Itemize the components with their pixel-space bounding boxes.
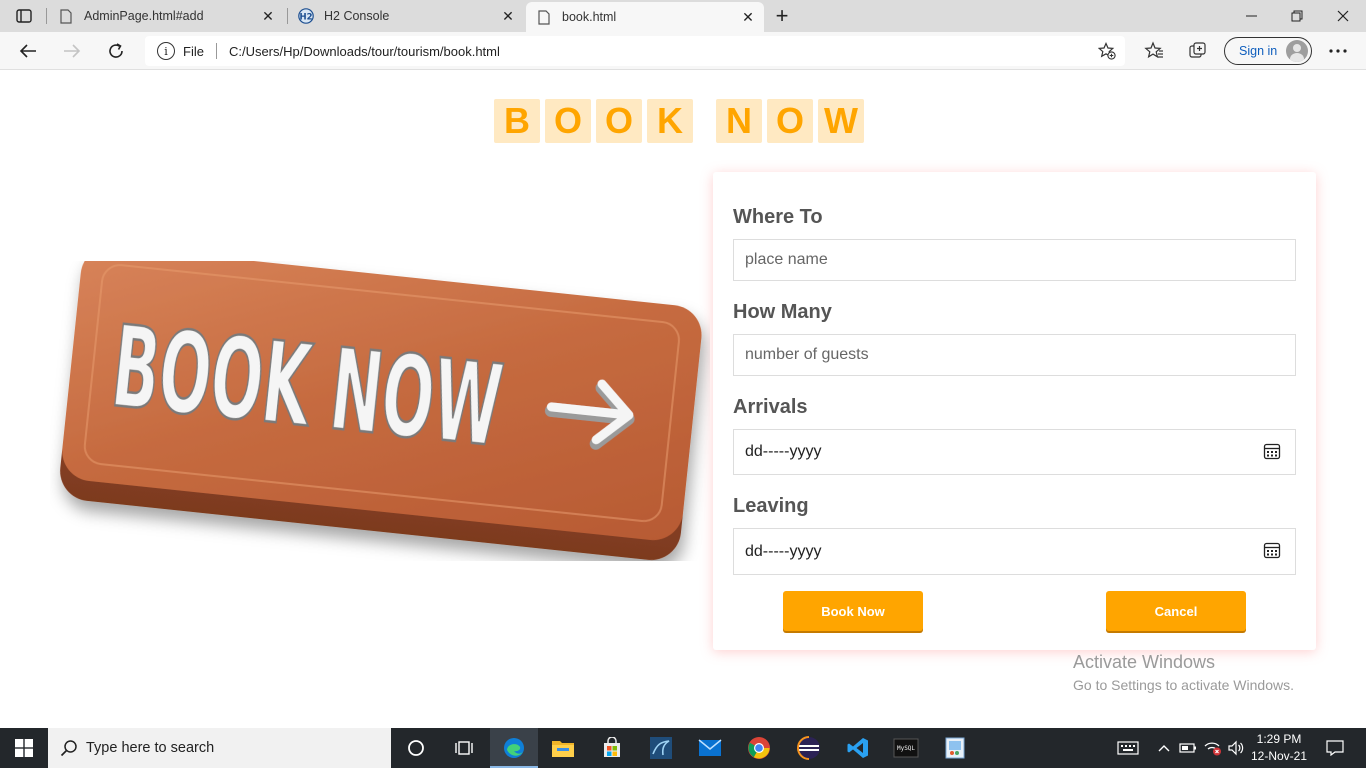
file-explorer-icon[interactable]: [539, 728, 587, 768]
clock-time: 1:29 PM: [1256, 732, 1302, 746]
title-letter: B: [494, 99, 540, 143]
taskbar: Type here to search MySQL 1:29 PM 12-Nov…: [0, 728, 1366, 768]
forward-arrow-icon[interactable]: [58, 37, 86, 65]
cortana-icon[interactable]: [392, 728, 440, 768]
tab-h2-console[interactable]: H2 H2 Console ✕: [288, 0, 524, 32]
page-content: B O O K N O W BOOK NOW: [0, 71, 1366, 728]
book-now-image: BOOK NOW: [60, 261, 702, 560]
add-favorite-icon[interactable]: [1097, 41, 1117, 61]
mysql-workbench-icon[interactable]: [637, 728, 685, 768]
calendar-icon[interactable]: [1263, 541, 1281, 559]
guests-placeholder: number of guests: [745, 346, 869, 363]
url-scheme: File: [183, 43, 204, 59]
tab-book-html[interactable]: book.html ✕: [526, 2, 764, 32]
keyboard-icon[interactable]: [1112, 728, 1144, 768]
arrivals-label: Arrivals: [733, 396, 808, 418]
how-many-label: How Many: [733, 301, 832, 323]
store-icon[interactable]: [588, 728, 636, 768]
task-view-icon[interactable]: [440, 728, 488, 768]
leaving-date-value: dd-----yyyy: [745, 542, 822, 560]
url-field[interactable]: i File C:/Users/Hp/Downloads/tour/touris…: [145, 36, 1125, 66]
brick-shape: BOOK NOW: [60, 261, 702, 560]
title-letter: N: [716, 99, 762, 143]
where-to-label: Where To: [733, 206, 823, 228]
refresh-icon[interactable]: [102, 37, 130, 65]
minimize-icon[interactable]: [1228, 0, 1274, 32]
guests-input[interactable]: number of guests: [733, 334, 1296, 376]
file-icon: [536, 9, 552, 25]
close-tab-icon[interactable]: ✕: [496, 4, 520, 28]
taskbar-clock[interactable]: 1:29 PM 12-Nov-21: [1244, 731, 1314, 765]
vscode-icon[interactable]: [834, 728, 882, 768]
h2-icon: H2: [298, 8, 314, 24]
tab-title: H2 Console: [324, 9, 390, 23]
close-tab-icon[interactable]: ✕: [736, 5, 760, 29]
watermark-subtitle: Go to Settings to activate Windows.: [1073, 677, 1294, 693]
page-title: B O O K N O W: [494, 99, 869, 143]
calendar-icon[interactable]: [1263, 442, 1281, 460]
tab-title: AdminPage.html#add: [84, 9, 204, 23]
sign-in-label: Sign in: [1239, 44, 1278, 58]
collections-icon[interactable]: [1186, 39, 1210, 63]
svg-text:H2: H2: [299, 13, 312, 23]
arrivals-date-input[interactable]: dd-----yyyy: [733, 429, 1296, 475]
address-bar: i File C:/Users/Hp/Downloads/tour/touris…: [0, 32, 1366, 70]
chrome-icon[interactable]: [735, 728, 783, 768]
title-letter: O: [545, 99, 591, 143]
where-to-input[interactable]: place name: [733, 239, 1296, 281]
windows-start-icon[interactable]: [0, 728, 48, 768]
taskbar-search-input[interactable]: Type here to search: [48, 728, 391, 768]
title-gap: [698, 99, 716, 143]
tab-bar: AdminPage.html#add ✕ H2 H2 Console ✕ boo…: [0, 0, 1366, 32]
mysql-shell-icon[interactable]: MySQL: [882, 728, 930, 768]
tab-admin-page[interactable]: AdminPage.html#add ✕: [48, 0, 284, 32]
svg-text:MySQL: MySQL: [897, 745, 915, 752]
cancel-button[interactable]: Cancel: [1106, 591, 1246, 631]
battery-icon[interactable]: [1178, 728, 1198, 768]
watermark-title: Activate Windows: [1073, 652, 1216, 672]
tab-actions-icon[interactable]: [10, 6, 38, 26]
book-now-button[interactable]: Book Now: [783, 591, 923, 631]
new-tab-icon[interactable]: +: [770, 3, 794, 28]
restore-icon[interactable]: [1274, 0, 1320, 32]
arrivals-date-value: dd-----yyyy: [745, 443, 822, 460]
title-letter: K: [647, 99, 693, 143]
search-icon: [60, 740, 77, 757]
url-text: C:/Users/Hp/Downloads/tour/tourism/book.…: [228, 43, 500, 59]
close-tab-icon[interactable]: ✕: [256, 4, 280, 28]
avatar: [1286, 40, 1308, 62]
paint-icon[interactable]: [931, 728, 979, 768]
more-options-icon[interactable]: [1326, 39, 1350, 63]
title-letter: O: [596, 99, 642, 143]
edge-icon[interactable]: [490, 728, 538, 768]
title-letter: O: [767, 99, 813, 143]
taskbar-search-placeholder: Type here to search: [86, 740, 215, 756]
notifications-icon[interactable]: [1320, 728, 1350, 768]
mail-icon[interactable]: [686, 728, 734, 768]
close-window-icon[interactable]: [1320, 0, 1366, 32]
eclipse-icon[interactable]: [785, 728, 833, 768]
network-disconnected-icon[interactable]: [1202, 728, 1224, 768]
volume-icon[interactable]: [1226, 728, 1246, 768]
tab-separator: [46, 8, 47, 24]
sign-in-button[interactable]: Sign in: [1224, 37, 1312, 65]
chevron-up-icon[interactable]: [1154, 728, 1174, 768]
leaving-date-input[interactable]: dd-----yyyy: [733, 528, 1296, 575]
back-arrow-icon[interactable]: [14, 37, 42, 65]
file-icon: [58, 8, 74, 24]
booking-form: Where To place name How Many number of g…: [713, 172, 1316, 650]
activate-windows-watermark: Activate Windows Go to Settings to activ…: [1073, 652, 1294, 693]
tab-title: book.html: [562, 10, 617, 24]
clock-date: 12-Nov-21: [1250, 749, 1308, 763]
title-letter: W: [818, 99, 864, 143]
leaving-label: Leaving: [733, 495, 809, 517]
where-to-placeholder: place name: [745, 251, 828, 268]
info-icon[interactable]: i: [157, 42, 175, 60]
favorites-icon[interactable]: [1142, 39, 1166, 63]
url-divider: [215, 43, 217, 59]
